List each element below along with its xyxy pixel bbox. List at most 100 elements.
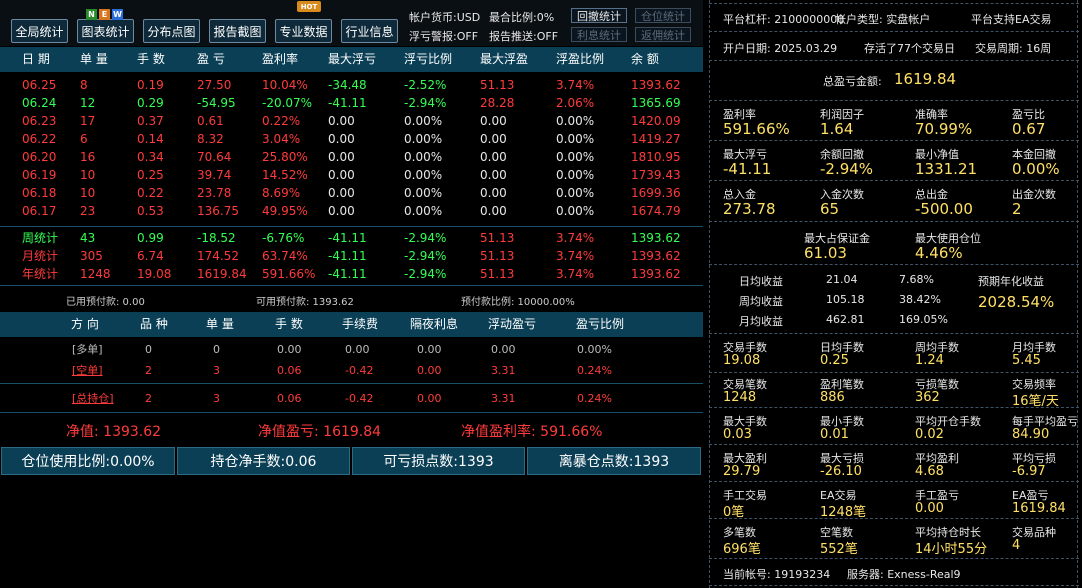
col-swap: 隔夜利息 bbox=[410, 317, 459, 331]
divider bbox=[0, 412, 703, 413]
table-row[interactable]: 年统计 1248 19.08 1619.84 591.66% -41.11 -2.94% 51… bbox=[0, 265, 703, 283]
cell-lots: 0.22 bbox=[137, 186, 164, 200]
stat-value: 0.25 bbox=[820, 353, 849, 368]
cell-lots: 0.00 bbox=[277, 343, 302, 356]
col-lots: 手 数 bbox=[275, 317, 303, 331]
cell-rate: 63.74% bbox=[262, 249, 308, 263]
cell-loss-ratio: 0.00% bbox=[404, 132, 443, 146]
cell-rate: -20.07% bbox=[262, 96, 313, 110]
col-balance: 余 额 bbox=[631, 52, 659, 66]
income-value: 21.04 bbox=[826, 273, 858, 286]
panel-border bbox=[709, 0, 710, 588]
cell-date: 06.23 bbox=[22, 114, 57, 128]
cell-max-loss: 0.00 bbox=[328, 186, 355, 200]
report-screenshot-button[interactable]: 报告截图 bbox=[209, 19, 266, 43]
float-loss-alert[interactable]: 浮亏警报:OFF bbox=[409, 28, 478, 44]
annual-income-value: 2028.54% bbox=[978, 293, 1055, 311]
cell-date: 06.19 bbox=[22, 168, 57, 182]
cell-pnl: 1619.84 bbox=[197, 267, 247, 281]
cell-orders: 10 bbox=[80, 186, 96, 200]
cell-max-gain: 0.00 bbox=[480, 186, 507, 200]
stat-value: 1.24 bbox=[915, 353, 944, 368]
cell-orders: 6 bbox=[80, 132, 88, 146]
cell-gain-ratio: 0.00% bbox=[556, 168, 595, 182]
interest-stats-button[interactable]: 利息统计 bbox=[571, 27, 627, 42]
divider bbox=[709, 140, 1079, 141]
divider bbox=[0, 383, 703, 384]
cell-orders: 10 bbox=[80, 168, 96, 182]
pro-data-button[interactable]: 专业数据 bbox=[275, 19, 332, 43]
trade-cycle: 交易周期: 16周 bbox=[975, 42, 1052, 55]
global-stats-button[interactable]: 全局统计 bbox=[11, 19, 68, 43]
cell-orders: 17 bbox=[80, 114, 96, 128]
cell-float: 0.00 bbox=[491, 343, 516, 356]
cell-orders: 3 bbox=[213, 392, 220, 405]
account-currency: 帐户货币:USD bbox=[409, 11, 481, 24]
income-label: 月均收益 bbox=[739, 315, 783, 328]
table-row[interactable]: 06.18 10 0.22 23.78 8.69% 0.00 0.00% 0.00 0.00% 1… bbox=[0, 184, 703, 202]
cell-symbols: 2 bbox=[145, 392, 152, 405]
col-orders: 单 量 bbox=[206, 317, 234, 331]
distribution-chart-button[interactable]: 分布点图 bbox=[143, 19, 200, 43]
cell-max-loss: -41.11 bbox=[328, 267, 367, 281]
cell-max-gain: 0.00 bbox=[480, 114, 507, 128]
table-row[interactable]: 06.20 16 0.34 70.64 25.80% 0.00 0.00% 0.00 0.00%… bbox=[0, 148, 703, 166]
table-row[interactable]: 06.22 6 0.14 8.32 3.04% 0.00 0.00% 0.00 0.00% 141… bbox=[0, 130, 703, 148]
cell-date: 06.17 bbox=[22, 204, 57, 218]
cell-lots: 0.25 bbox=[137, 168, 164, 182]
cell-orders: 305 bbox=[80, 249, 103, 263]
industry-info-button[interactable]: 行业信息 bbox=[341, 19, 398, 43]
cell-date: 06.20 bbox=[22, 150, 57, 164]
cell-rate: 49.95% bbox=[262, 204, 308, 218]
stat-value: 362 bbox=[915, 390, 940, 405]
cell-balance: 1699.36 bbox=[631, 186, 681, 200]
cell-balance: 1810.95 bbox=[631, 150, 681, 164]
new-badge-n: N bbox=[86, 9, 97, 20]
table-row[interactable]: 06.25 8 0.19 27.50 10.04% -34.48 -2.52% 51.13 3.… bbox=[0, 76, 703, 94]
stat-value: -500.00 bbox=[915, 200, 973, 218]
cell-max-gain: 0.00 bbox=[480, 204, 507, 218]
server-name: 服务器: Exness-Real9 bbox=[847, 568, 961, 581]
cell-gain-ratio: 3.74% bbox=[556, 231, 595, 245]
cell-fee: 0.00 bbox=[345, 343, 370, 356]
position-stats-button[interactable]: 仓位统计 bbox=[635, 8, 691, 23]
account-type: 帐户类型: 实盘帐户 bbox=[835, 13, 931, 26]
position-usage-box: 仓位使用比例:0.00% bbox=[1, 447, 175, 475]
cell-balance: 1419.27 bbox=[631, 132, 681, 146]
table-row[interactable]: 06.17 23 0.53 136.75 49.95% 0.00 0.00% 0.00 0.00… bbox=[0, 202, 703, 220]
table-row[interactable]: 06.19 10 0.25 39.74 14.52% 0.00 0.00% 0.00 0.00%… bbox=[0, 166, 703, 184]
chart-stats-button[interactable]: 图表统计 bbox=[77, 19, 134, 43]
report-push[interactable]: 报告推送:OFF bbox=[489, 28, 558, 44]
income-value: 105.18 bbox=[826, 293, 865, 306]
cell-balance: 1420.09 bbox=[631, 114, 681, 128]
cell-dir: [空单] bbox=[72, 364, 103, 377]
net-pnl-value: 1619.84 bbox=[323, 424, 382, 440]
cell-orders: 0 bbox=[213, 343, 220, 356]
position-row[interactable]: [空单] 2 3 0.06 -0.42 0.00 3.31 0.24% bbox=[0, 362, 703, 380]
cell-rate: 591.66% bbox=[262, 267, 316, 281]
cell-pnl: -54.95 bbox=[197, 96, 236, 110]
table-row[interactable]: 06.24 12 0.29 -54.95 -20.07% -41.11 -2.94% 28.2… bbox=[0, 94, 703, 112]
cell-dir: [总持仓] bbox=[72, 392, 114, 405]
table-row[interactable]: 月统计 305 6.74 174.52 63.74% -41.11 -2.94% 51.13 3… bbox=[0, 247, 703, 265]
rebate-stats-button[interactable]: 返佣统计 bbox=[635, 27, 691, 42]
drawdown-stats-button[interactable]: 回撤统计 bbox=[571, 8, 627, 23]
col-symbols: 品 种 bbox=[140, 317, 168, 331]
alive-days: 存活了77个交易日 bbox=[864, 42, 955, 55]
position-row[interactable]: [总持仓] 2 3 0.06 -0.42 0.00 3.31 0.24% bbox=[0, 390, 703, 408]
table-row[interactable]: 06.23 17 0.37 0.61 0.22% 0.00 0.00% 0.00 0.00% 14… bbox=[0, 112, 703, 130]
cell-loss-ratio: -2.94% bbox=[404, 96, 447, 110]
cell-pnl: 174.52 bbox=[197, 249, 239, 263]
position-row[interactable]: [多单] 0 0 0.00 0.00 0.00 0.00 0.00% bbox=[0, 341, 703, 359]
net-value-text: 净值: 1393.62 bbox=[66, 421, 161, 441]
cell-symbols: 2 bbox=[145, 364, 152, 377]
cell-gain-ratio: 0.00% bbox=[556, 150, 595, 164]
divider bbox=[709, 180, 1079, 181]
cell-balance: 1393.62 bbox=[631, 267, 681, 281]
stat-value: 1.64 bbox=[820, 120, 854, 138]
table-row[interactable]: 周统计 43 0.99 -18.52 -6.76% -41.11 -2.94% 51.13 3.… bbox=[0, 229, 703, 247]
net-pnl-label: 净值盈亏: bbox=[258, 424, 319, 440]
daily-table-header: 日 期 单 量 手 数 盈 亏 盈利率 最大浮亏 浮亏比例 最大浮盈 浮盈比例 … bbox=[0, 47, 703, 72]
cell-rate: 3.04% bbox=[262, 132, 301, 146]
divider bbox=[709, 481, 1079, 482]
